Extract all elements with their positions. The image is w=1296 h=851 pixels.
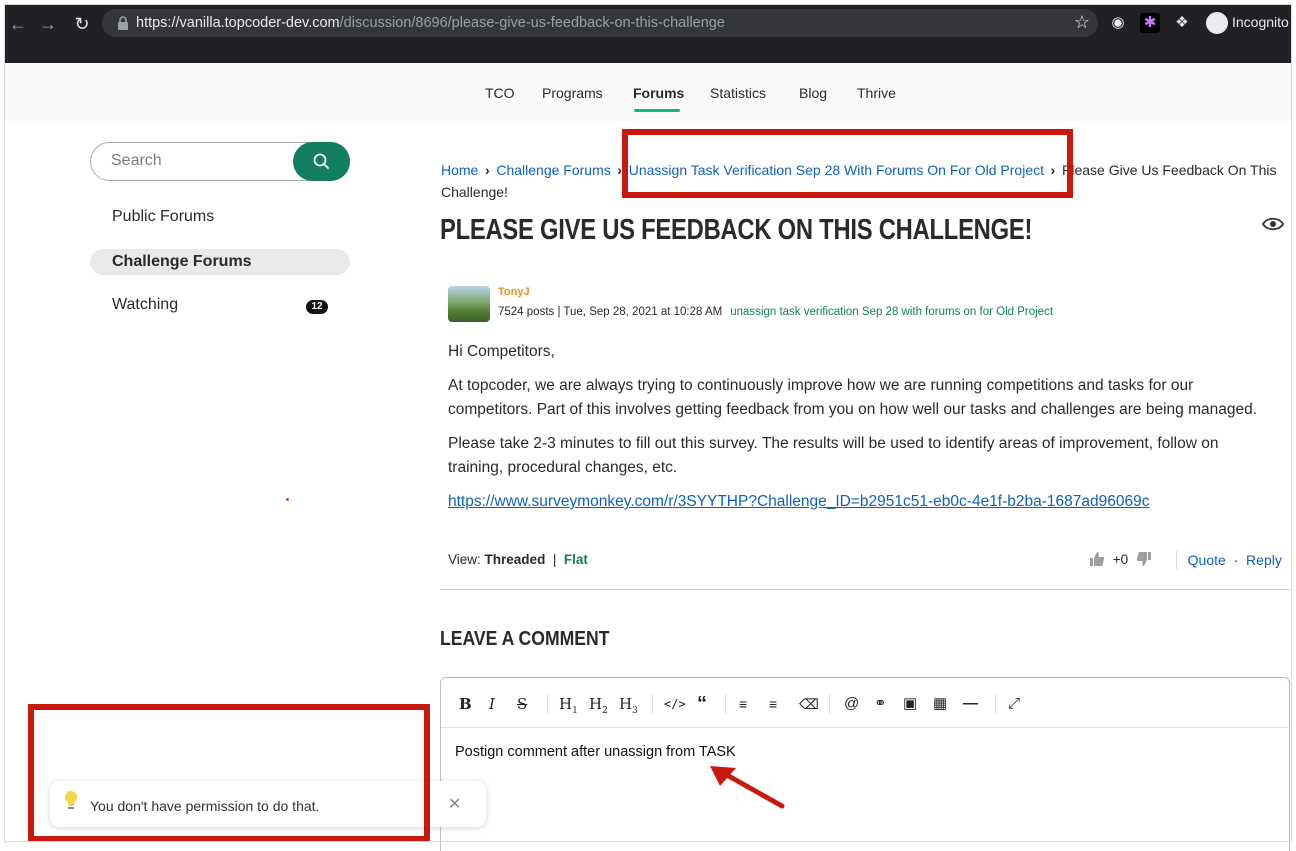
breadcrumb-home[interactable]: Home xyxy=(441,162,478,178)
sidebar-item-public-forums[interactable]: Public Forums xyxy=(90,204,350,230)
breadcrumb-challenge-forums[interactable]: Challenge Forums xyxy=(496,162,610,178)
heading1-button[interactable]: H1 xyxy=(559,694,578,716)
leave-comment-heading: LEAVE A COMMENT xyxy=(440,628,610,650)
sidebar-item-challenge-forums[interactable]: Challenge Forums xyxy=(90,249,350,275)
search-box xyxy=(90,142,350,181)
address-url: https://vanilla.topcoder-dev.com/discuss… xyxy=(136,15,725,31)
thumbs-down-icon[interactable] xyxy=(1136,551,1152,567)
post-meta: 7524 posts | Tue, Sep 28, 2021 at 10:28 … xyxy=(498,306,1053,318)
post-body: Hi Competitors, At topcoder, we are alwa… xyxy=(448,340,1268,524)
fullscreen-icon[interactable]: ⤢ xyxy=(1008,694,1020,714)
toolbar-separator xyxy=(829,694,830,714)
thumbs-up-icon[interactable] xyxy=(1089,551,1105,567)
editor-toolbar: B I S H1 H2 H3 </> “ ≡ ≡ ⌫ @ ⚭ ▣ ▦ — ⤢ xyxy=(441,678,1289,728)
ordered-list-icon[interactable]: ≡ xyxy=(769,694,777,714)
post-category-link[interactable]: unassign task verification Sep 28 with f… xyxy=(730,306,1053,318)
nav-blog[interactable]: Blog xyxy=(799,85,827,101)
post-divider xyxy=(440,589,1290,590)
view-mode-bar: View: Threaded | Flat xyxy=(448,552,588,567)
reload-icon[interactable]: ↻ xyxy=(70,12,94,36)
lock-icon xyxy=(118,16,128,30)
comment-textarea[interactable]: Postign comment after unassign from TASK xyxy=(455,744,736,760)
search-icon xyxy=(313,153,329,169)
sidebar-item-label: Challenge Forums xyxy=(112,253,252,270)
puzzle-extensions-icon[interactable]: ❖ xyxy=(1172,13,1192,33)
watching-count-badge: 12 xyxy=(306,300,328,314)
heading2-button[interactable]: H2 xyxy=(589,694,608,716)
close-icon[interactable]: ✕ xyxy=(448,794,461,814)
stray-dot xyxy=(286,498,289,501)
annotation-highlight-toast xyxy=(28,704,430,842)
heading3-button[interactable]: H3 xyxy=(619,694,638,716)
nav-forums[interactable]: Forums xyxy=(633,85,684,101)
avatar[interactable] xyxy=(448,286,490,322)
toolbar-separator xyxy=(995,694,996,714)
post-actions: Quote · Reply xyxy=(1176,552,1282,568)
annotation-highlight-breadcrumb xyxy=(622,129,1073,198)
italic-button[interactable]: I xyxy=(489,694,495,714)
view-separator: | xyxy=(549,552,561,567)
survey-link[interactable]: https://www.surveymonkey.com/r/3SYYTHP?C… xyxy=(448,493,1150,510)
address-bar[interactable]: https://vanilla.topcoder-dev.com/discuss… xyxy=(102,9,1098,37)
action-dot: · xyxy=(1229,552,1243,568)
post-paragraph: Hi Competitors, xyxy=(448,343,555,360)
search-button[interactable] xyxy=(293,142,350,181)
search-input[interactable] xyxy=(111,152,291,170)
nav-tco[interactable]: TCO xyxy=(485,85,515,101)
toolbar-separator xyxy=(652,694,653,714)
incognito-icon[interactable] xyxy=(1206,12,1228,34)
eraser-icon[interactable]: ⌫ xyxy=(799,694,819,714)
post-paragraph: Please take 2-3 minutes to fill out this… xyxy=(448,435,1219,476)
comment-editor: B I S H1 H2 H3 </> “ ≡ ≡ ⌫ @ ⚭ ▣ ▦ — ⤢ P… xyxy=(440,677,1290,851)
table-icon[interactable]: ▦ xyxy=(933,694,947,714)
nav-programs[interactable]: Programs xyxy=(542,85,603,101)
camera-icon[interactable]: ◉ xyxy=(1108,13,1128,33)
reply-link[interactable]: Reply xyxy=(1246,552,1282,568)
bookmark-star-icon[interactable]: ☆ xyxy=(1074,12,1090,33)
vote-score: +0 xyxy=(1112,552,1129,567)
post-meta-text: 7524 posts | Tue, Sep 28, 2021 at 10:28 … xyxy=(498,306,723,318)
chevron-right-icon: › xyxy=(485,162,490,178)
quote-link[interactable]: Quote xyxy=(1188,552,1226,568)
toolbar-separator xyxy=(725,694,726,714)
back-arrow-icon[interactable]: ← xyxy=(6,12,30,36)
toolbar-separator xyxy=(547,694,548,714)
sidebar-item-label: Watching xyxy=(112,296,179,313)
incognito-label: Incognito xyxy=(1232,14,1289,30)
bullet-list-icon[interactable]: ≡ xyxy=(739,694,747,714)
image-icon[interactable]: ▣ xyxy=(903,694,917,714)
view-label: View: xyxy=(448,552,481,567)
link-icon[interactable]: ⚭ xyxy=(874,694,887,714)
site-nav: TCO Programs Forums Statistics Blog Thri… xyxy=(4,63,1292,122)
blockquote-icon[interactable]: “ xyxy=(697,694,707,714)
forward-arrow-icon[interactable]: → xyxy=(36,12,60,36)
strikethrough-button[interactable]: S xyxy=(517,694,527,714)
extension-sparkle-icon[interactable]: ✱ xyxy=(1140,13,1160,33)
bold-button[interactable]: B xyxy=(459,694,472,714)
nav-active-indicator xyxy=(634,109,680,112)
nav-statistics[interactable]: Statistics xyxy=(710,85,766,101)
sidebar-item-label: Public Forums xyxy=(112,208,215,225)
author-name[interactable]: TonyJ xyxy=(498,286,530,298)
browser-toolbar: ← → ↻ https://vanilla.topcoder-dev.com/d… xyxy=(4,4,1292,63)
nav-thrive[interactable]: Thrive xyxy=(857,85,896,101)
horizontal-rule-icon[interactable]: — xyxy=(963,694,978,714)
page-title: PLEASE GIVE US FEEDBACK ON THIS CHALLENG… xyxy=(440,214,1033,246)
eye-watch-icon[interactable] xyxy=(1262,216,1284,232)
annotation-arrow-icon xyxy=(710,766,785,809)
post-paragraph: At topcoder, we are always trying to con… xyxy=(448,377,1258,418)
view-flat[interactable]: Flat xyxy=(564,552,588,567)
code-icon[interactable]: </> xyxy=(664,694,686,714)
mention-icon[interactable]: @ xyxy=(844,694,859,714)
view-threaded[interactable]: Threaded xyxy=(485,552,546,567)
vote-controls: +0 xyxy=(1089,551,1152,567)
